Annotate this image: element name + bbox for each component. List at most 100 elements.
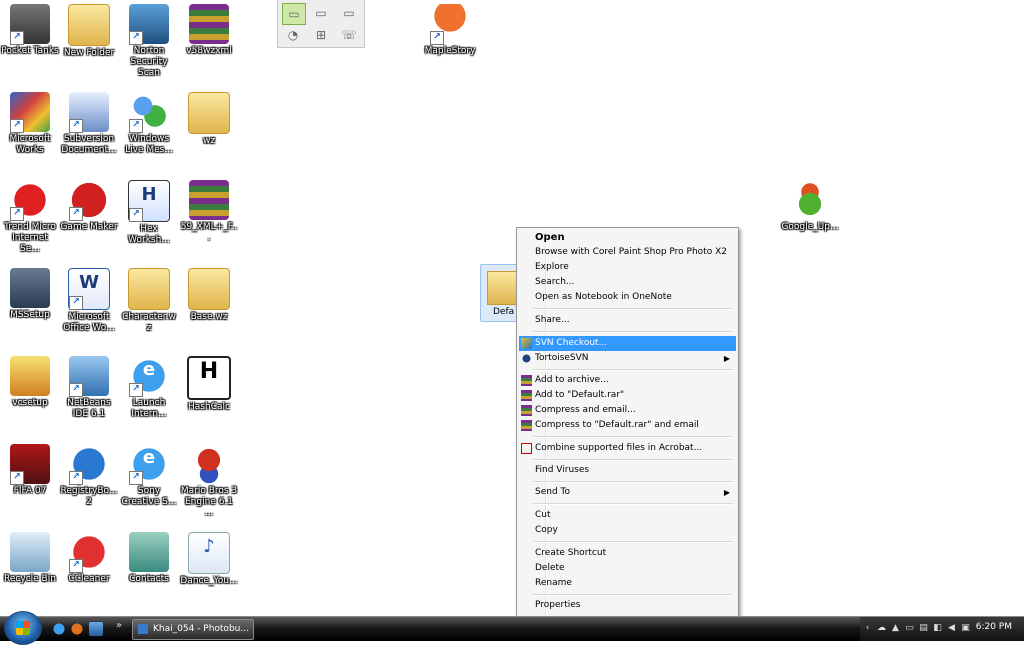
menu-item-send-to[interactable]: Send To ▶ [519, 485, 736, 500]
gadget-toolbar: ▭ ▭ ▭ ◔ ⊞ ☏ [277, 0, 365, 48]
menu-separator [533, 541, 733, 543]
menu-item-cut[interactable]: Cut [519, 508, 736, 523]
menu-item-add-default-rar[interactable]: Add to "Default.rar" [519, 388, 736, 403]
tray-keyboard-icon[interactable]: ▤ [918, 623, 929, 634]
menu-item-compress-email[interactable]: Compress and email... [519, 403, 736, 418]
submenu-arrow-icon: ▶ [723, 488, 730, 497]
taskbar-button-photobucket[interactable]: Khai_054 - Photobu... [132, 619, 254, 640]
acrobat-icon [521, 443, 532, 454]
quicklaunch-more-icon[interactable]: » [116, 620, 122, 631]
winrar-icon [521, 375, 532, 386]
menu-item-create-shortcut[interactable]: Create Shortcut [519, 546, 736, 561]
wma-audio-icon: ♪ [188, 532, 230, 574]
desktop-icon-registry-booster[interactable]: ↗ RegistryBo... 2 [59, 442, 119, 530]
menu-item-open-onenote[interactable]: Open as Notebook in OneNote [519, 290, 736, 305]
tortoise-svn-icon [521, 353, 532, 364]
menu-item-compress-default-email[interactable]: Compress to "Default.rar" and email [519, 418, 736, 433]
menu-item-search[interactable]: Search... [519, 275, 736, 290]
menu-item-copy[interactable]: Copy [519, 523, 736, 538]
desktop-icon-vcsetup[interactable]: vcsetup [0, 354, 60, 442]
desktop-icon-xml-archive[interactable]: 59_XML+_F... [179, 178, 239, 266]
menu-item-rename[interactable]: Rename [519, 576, 736, 591]
desktop-icon-netbeans-ide[interactable]: ↗ NetBeans IDE 6.1 [59, 354, 119, 442]
internet-explorer-icon[interactable] [52, 622, 66, 636]
menu-item-add-archive[interactable]: Add to archive... [519, 373, 736, 388]
desktop-icon-hashcalc[interactable]: H HashCalc [179, 354, 239, 442]
desktop-icon-trend-micro[interactable]: ↗ Trend Micro Internet Se... [0, 178, 60, 266]
menu-item-open[interactable]: Open [519, 230, 736, 245]
gadget-window-icon[interactable]: ▭ [310, 3, 332, 23]
subversion-document-icon: ↗ [69, 92, 109, 133]
menu-item-properties[interactable]: Properties [519, 598, 736, 613]
menu-item-svn-checkout[interactable]: SVN Checkout... [519, 336, 736, 351]
tray-network-icon[interactable]: ▲ [890, 623, 901, 634]
icon-label: Windows Live Mes... [125, 134, 173, 155]
desktop-icon-launch-internet-explorer[interactable]: e ↗ Launch Intern... [119, 354, 179, 442]
tray-power-icon[interactable]: ▣ [960, 623, 971, 634]
tray-security-icon[interactable]: ◧ [932, 623, 943, 634]
network-icon[interactable]: ⊞ [310, 25, 332, 45]
contacts-icon [129, 532, 169, 572]
desktop-icon-mario-bros-engine[interactable]: Mario Bros 3 Engine 6.1 ... [179, 442, 239, 530]
desktop-icon-recycle-bin[interactable]: Recycle Bin [0, 530, 60, 618]
folder-icon [128, 268, 170, 310]
winrar-icon [521, 390, 532, 401]
desktop-icon-norton-security-scan[interactable]: ↗ Norton Security Scan [119, 2, 179, 90]
firefox-icon[interactable] [70, 622, 84, 636]
desktop-icon-google-updater[interactable]: Google_Up... [780, 178, 840, 266]
taskbar-clock[interactable]: 6:20 PM [976, 622, 1012, 632]
desktop-icon-pocket-tanks[interactable]: ↗ Pocket Tanks [0, 2, 60, 90]
menu-item-explore[interactable]: Explore [519, 260, 736, 275]
desktop-icon-microsoft-office-word[interactable]: W ↗ Microsoft Office Wo... [59, 266, 119, 354]
menu-item-browse-corel[interactable]: Browse with Corel Paint Shop Pro Photo X… [519, 245, 736, 260]
desktop-icon-microsoft-works[interactable]: ↗ Microsoft Works [0, 90, 60, 178]
desktop-icon-windows-live-messenger[interactable]: ↗ Windows Live Mes... [119, 90, 179, 178]
hashcalc-h-icon: H [199, 359, 219, 384]
menu-separator [533, 594, 733, 596]
desktop-icon-maplestory[interactable]: ↗ MapleStory [420, 2, 480, 90]
menu-item-combine-acrobat[interactable]: Combine supported files in Acrobat... [519, 441, 736, 456]
music-note-icon: ♪ [203, 536, 215, 557]
menu-separator [533, 459, 733, 461]
desktop-icon-new-folder[interactable]: New Folder [59, 2, 119, 90]
pocket-tanks-icon: ↗ [10, 4, 50, 45]
maplestory-mushroom-icon: ↗ [430, 4, 470, 45]
desktop-icon-mssetup[interactable]: MSSetup [0, 266, 60, 354]
menu-item-delete[interactable]: Delete [519, 561, 736, 576]
icon-label: Contacts [129, 574, 169, 584]
icon-label: Google_Up... [781, 222, 839, 232]
desktop-icon-game-maker[interactable]: ↗ Game Maker [59, 178, 119, 266]
menu-item-tortoisesvn[interactable]: TortoiseSVN ▶ [519, 351, 736, 366]
desktop-icon-character-wz[interactable]: Character.wz [119, 266, 179, 354]
gadget-window-icon[interactable]: ▭ [338, 3, 360, 23]
tray-expand-icon[interactable]: ‹ [862, 623, 873, 634]
phone-icon[interactable]: ☏ [338, 25, 360, 45]
desktop-icon-fifa-07[interactable]: ↗ FIFA 07 [0, 442, 60, 530]
desktop-icon-v58wzxml[interactable]: v58wzxml [179, 2, 239, 90]
tray-cloud-icon[interactable]: ☁ [876, 623, 887, 634]
netbeans-icon: ↗ [69, 356, 109, 397]
tray-volume-icon[interactable]: ◀ [946, 623, 957, 634]
gadget-toggle-icon[interactable]: ▭ [282, 3, 306, 25]
desktop-icon-contacts[interactable]: Contacts [119, 530, 179, 618]
icon-label: Game Maker [60, 222, 118, 232]
desktop-icon-dance-wma[interactable]: ♪ Dance_You... [179, 530, 239, 618]
tray-display-icon[interactable]: ▭ [904, 623, 915, 634]
icon-label: RegistryBo... 2 [60, 486, 118, 507]
shortcut-arrow-icon: ↗ [10, 471, 24, 485]
desktop-icon-base-wz[interactable]: Base.wz [179, 266, 239, 354]
menu-item-share[interactable]: Share... [519, 313, 736, 328]
icon-label: wz [202, 136, 216, 146]
google-updater-icon [790, 180, 830, 220]
rss-feed-icon[interactable]: ◔ [282, 25, 304, 45]
show-desktop-icon[interactable] [89, 622, 103, 636]
desktop-icon-sony-creative[interactable]: e ↗ Sony Creative S... [119, 442, 179, 530]
desktop[interactable]: ↗ Pocket Tanks ↗ Microsoft Works ↗ Trend… [0, 0, 1024, 618]
desktop-icon-subversion-document[interactable]: ↗ Subversion Document... [59, 90, 119, 178]
menu-item-find-viruses[interactable]: Find Viruses [519, 463, 736, 478]
menu-separator [533, 503, 733, 505]
desktop-icon-ccleaner[interactable]: ↗ CCleaner [59, 530, 119, 618]
desktop-icon-hex-workshop[interactable]: H ↗ Hex Worksh... [119, 178, 179, 266]
desktop-icon-wz[interactable]: wz [179, 90, 239, 178]
winrar-icon [521, 405, 532, 416]
